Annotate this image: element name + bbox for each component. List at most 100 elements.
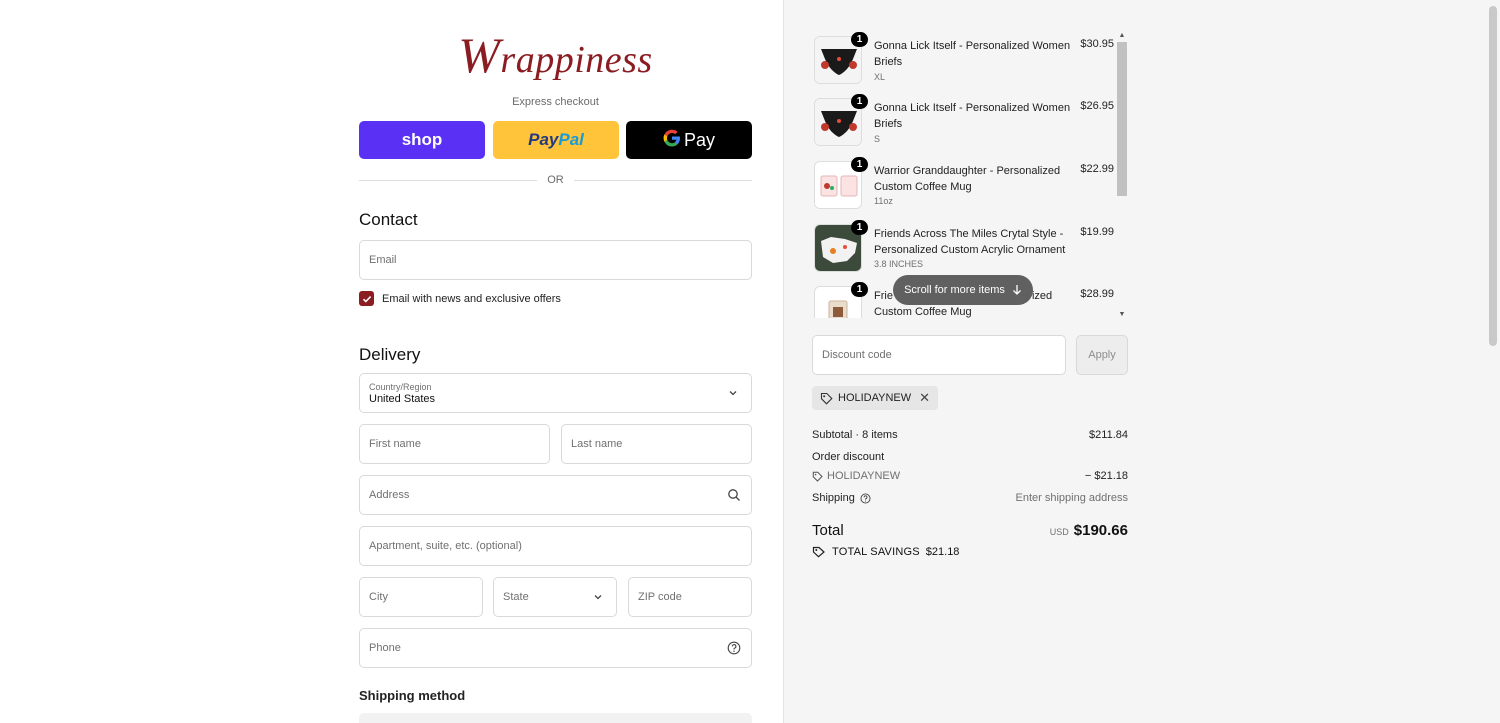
google-g-icon xyxy=(663,129,681,152)
first-name-field[interactable]: First name xyxy=(359,424,550,464)
cart-item: 1 Friends Across The Miles Crytal Style … xyxy=(812,220,1114,282)
state-select[interactable]: State xyxy=(493,577,617,617)
item-variant: XL xyxy=(874,72,886,82)
item-title: Warrior Granddaughter - Personalized Cus… xyxy=(874,165,1061,193)
email-field[interactable]: Email xyxy=(359,240,752,280)
scroll-for-more-button[interactable]: Scroll for more items xyxy=(893,275,1033,305)
apartment-placeholder: Apartment, suite, etc. (optional) xyxy=(369,540,522,552)
discount-placeholder: Discount code xyxy=(822,349,892,361)
apartment-field[interactable]: Apartment, suite, etc. (optional) xyxy=(359,526,752,566)
order-discount-label: Order discount xyxy=(812,451,885,463)
total-label: Total xyxy=(812,522,844,539)
country-value: United States xyxy=(369,392,436,405)
checkout-form-panel: Wrappiness Express checkout shop Pay Pal … xyxy=(0,0,783,723)
subtotal-value: $211.84 xyxy=(1089,429,1128,441)
newsletter-option[interactable]: Email with news and exclusive offers xyxy=(359,291,561,306)
shipping-label: Shipping xyxy=(812,492,855,504)
phone-field[interactable]: Phone xyxy=(359,628,752,668)
applied-discount-chip: HOLIDAYNEW ✕ xyxy=(812,386,939,410)
quantity-badge: 1 xyxy=(851,220,868,235)
shop-pay-label: shop xyxy=(401,130,443,149)
quantity-badge: 1 xyxy=(851,94,868,109)
address-field[interactable]: Address xyxy=(359,475,752,515)
last-name-placeholder: Last name xyxy=(571,438,623,450)
page-scrollbar-thumb[interactable] xyxy=(1489,6,1497,346)
phone-placeholder: Phone xyxy=(369,642,401,654)
city-placeholder: City xyxy=(369,591,388,603)
currency-label: USD xyxy=(1049,527,1069,537)
last-name-field[interactable]: Last name xyxy=(561,424,752,464)
discount-code-field[interactable]: Discount code xyxy=(812,335,1066,375)
help-icon[interactable] xyxy=(860,492,871,504)
scroll-down-icon[interactable]: ▼ xyxy=(1116,311,1128,318)
item-title: Gonna Lick Itself - Personalized Women B… xyxy=(874,102,1071,130)
total-savings-row: TOTAL SAVINGS $21.18 xyxy=(812,546,959,558)
tag-icon xyxy=(812,546,826,558)
store-logo[interactable]: Wrappiness xyxy=(359,26,752,84)
discount-code-row: HOLIDAYNEW − $21.18 xyxy=(812,470,1128,485)
subtotal-row: Subtotal · 8 items $211.84 xyxy=(812,429,1128,441)
address-placeholder: Address xyxy=(369,489,410,501)
zip-placeholder: ZIP code xyxy=(638,591,682,603)
scroll-hint-label: Scroll for more items xyxy=(904,284,1005,296)
google-pay-label: Pay xyxy=(683,129,716,150)
remove-discount-icon[interactable]: ✕ xyxy=(919,390,930,406)
delivery-heading: Delivery xyxy=(359,345,421,364)
cart-scrollbar[interactable]: ▲ ▼ xyxy=(1116,32,1128,318)
or-label: OR xyxy=(547,174,564,186)
shop-pay-button[interactable]: shop xyxy=(359,121,485,159)
applied-code-label: HOLIDAYNEW xyxy=(838,392,912,404)
shipping-value: Enter shipping address xyxy=(1015,492,1128,504)
arrow-down-icon xyxy=(1012,284,1022,296)
item-price: $26.95 xyxy=(1080,100,1114,112)
paypal-label-pay: Pay xyxy=(528,130,559,149)
item-title: Gonna Lick Itself - Personalized Women B… xyxy=(874,40,1071,68)
chevron-down-icon xyxy=(727,387,741,401)
scroll-up-icon[interactable]: ▲ xyxy=(1116,32,1128,39)
total-value-group: USD $190.66 xyxy=(1050,522,1128,539)
cart-scrollbar-thumb[interactable] xyxy=(1117,42,1127,196)
quantity-badge: 1 xyxy=(851,157,868,172)
express-checkout-label: Express checkout xyxy=(512,96,599,108)
newsletter-checkbox[interactable] xyxy=(359,291,374,306)
contact-heading: Contact xyxy=(359,210,418,229)
newsletter-label: Email with news and exclusive offers xyxy=(382,292,561,305)
item-title-end: ized xyxy=(1031,290,1053,302)
city-field[interactable]: City xyxy=(359,577,483,617)
cart-item: 1 Warrior Granddaughter - Personalized C… xyxy=(812,157,1114,219)
item-price: $22.99 xyxy=(1080,163,1114,175)
country-select[interactable]: Country/Region United States xyxy=(359,373,752,413)
subtotal-label: Subtotal · 8 items xyxy=(812,429,898,441)
discount-code-label: HOLIDAYNEW xyxy=(827,470,901,482)
item-variant: S xyxy=(874,134,881,144)
cart-item: 1 Gonna Lick Itself - Personalized Women… xyxy=(812,94,1114,156)
tag-icon xyxy=(820,392,833,405)
country-caption: Country/Region xyxy=(369,381,432,392)
discount-value: − $21.18 xyxy=(1084,470,1128,482)
state-placeholder: State xyxy=(503,591,529,603)
page-scrollbar[interactable] xyxy=(1486,0,1500,723)
paypal-button[interactable]: Pay Pal xyxy=(493,121,619,159)
item-variant: 11oz xyxy=(874,196,893,206)
help-icon[interactable] xyxy=(727,641,741,655)
item-title: Friends Across The Miles Crytal Style - … xyxy=(874,228,1066,256)
item-price: $30.95 xyxy=(1080,38,1114,50)
item-title-line2: Custom Coffee Mug xyxy=(874,306,972,318)
savings-label: TOTAL SAVINGS xyxy=(832,546,920,558)
cart-item: 1 Gonna Lick Itself - Personalized Women… xyxy=(812,32,1114,94)
item-title-start: Frie xyxy=(874,290,893,302)
zip-field[interactable]: ZIP code xyxy=(628,577,752,617)
first-name-placeholder: First name xyxy=(369,438,421,450)
shipping-row: Shipping Enter shipping address xyxy=(812,492,1128,504)
email-placeholder: Email xyxy=(369,254,397,266)
shipping-method-box xyxy=(359,713,752,723)
item-price: $19.99 xyxy=(1080,226,1114,238)
search-icon xyxy=(727,488,741,502)
apply-discount-button[interactable]: Apply xyxy=(1076,335,1128,375)
paypal-label-pal: Pal xyxy=(558,130,584,149)
item-price: $28.99 xyxy=(1080,288,1114,300)
savings-value: $21.18 xyxy=(925,546,960,558)
google-pay-button[interactable]: Pay xyxy=(626,121,752,159)
or-divider: OR xyxy=(359,172,752,188)
item-variant: 3.8 INCHES xyxy=(874,259,924,269)
